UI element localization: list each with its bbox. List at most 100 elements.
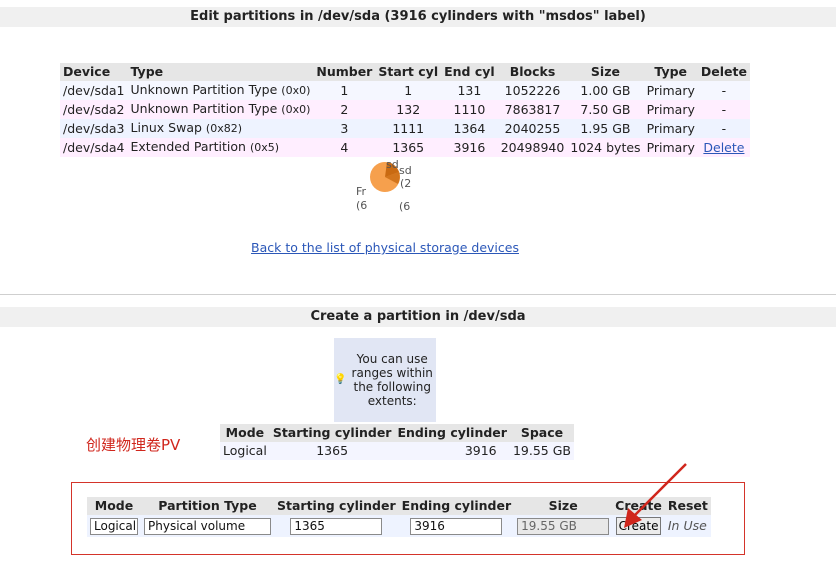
col-partition-type: Partition Type (141, 497, 274, 515)
delete-cell: - (697, 119, 750, 138)
col-size: Size (567, 63, 644, 81)
lightbulb-icon: 💡 (334, 374, 347, 385)
type-text: Extended Partition (130, 139, 246, 154)
col-blocks: Blocks (497, 63, 568, 81)
table-row: /dev/sda3 Linux Swap (0x82) 3 1111 1364 … (60, 119, 750, 138)
space-cell: 19.55 GB (509, 442, 574, 460)
annotation-create-pv: 创建物理卷PV (86, 436, 181, 454)
pie-label-sd-b: sd (399, 164, 412, 177)
type-text: Unknown Partition Type (130, 101, 278, 116)
start-cell: 1365 (274, 515, 399, 537)
col-starting-cylinder: Starting cylinder (269, 424, 395, 442)
partition-table-header: Device Type Number Start cyl End cyl Blo… (60, 63, 750, 81)
size-cell: 1.95 GB (567, 119, 644, 138)
size-cell: 1024 bytes (567, 138, 644, 157)
in-use-label: In Use (667, 518, 707, 533)
col-delete: Delete (697, 63, 750, 81)
create-form-row: Logical Physical volume 1365 3916 19.55 … (87, 515, 711, 537)
type-code: (0x0) (281, 103, 311, 116)
col-ending-cylinder: Ending cylinder (394, 424, 510, 442)
pie-label-free: Fr (356, 185, 367, 198)
col-device: Device (60, 63, 128, 81)
col-size: Size (514, 497, 613, 515)
type-cell: Unknown Partition Type (0x0) (127, 100, 314, 119)
section-divider (0, 294, 836, 295)
back-link-container: Back to the list of physical storage dev… (0, 240, 770, 255)
delete-partition-link[interactable]: Delete (703, 140, 744, 155)
kind-cell: Primary (643, 81, 698, 100)
table-row: Logical 1365 3916 19.55 GB (220, 442, 574, 460)
number-cell: 3 (313, 119, 376, 138)
blocks-cell: 2040255 (497, 119, 568, 138)
type-code: (0x0) (281, 84, 311, 97)
start-cell: 1 (375, 81, 442, 100)
edit-partitions-header: Edit partitions in /dev/sda (3916 cylind… (0, 7, 836, 27)
end-cell: 1364 (441, 119, 498, 138)
ending-cylinder-input[interactable]: 3916 (410, 518, 503, 535)
kind-cell: Primary (643, 119, 698, 138)
col-reset: Reset (664, 497, 711, 515)
partition-table: Device Type Number Start cyl End cyl Blo… (60, 63, 750, 157)
blocks-cell: 1052226 (497, 81, 568, 100)
col-end-cyl: End cyl (441, 63, 498, 81)
end-cell: 3916 (394, 442, 510, 460)
back-to-storage-devices-link[interactable]: Back to the list of physical storage dev… (251, 240, 519, 255)
start-cell: 1111 (375, 119, 442, 138)
end-cell: 1110 (441, 100, 498, 119)
starting-cylinder-input[interactable]: 1365 (290, 518, 383, 535)
pie-label-sd-d: (6 (399, 200, 410, 213)
kind-cell: Primary (643, 100, 698, 119)
type-code: (0x5) (249, 141, 280, 154)
mode-select[interactable]: Logical (90, 518, 138, 535)
end-cell: 3916 (398, 515, 515, 537)
col-start-cyl: Start cyl (375, 63, 442, 81)
pie-label-sd-c: (2 (400, 177, 411, 190)
col-mode: Mode (87, 497, 141, 515)
create-partition-form: Mode Partition Type Starting cylinder En… (87, 497, 711, 537)
partition-type-select[interactable]: Physical volume (144, 518, 271, 535)
device-cell: /dev/sda1 (60, 81, 128, 100)
delete-cell: - (697, 100, 750, 119)
size-cell: 1.00 GB (567, 81, 644, 100)
device-cell: /dev/sda4 (60, 138, 128, 157)
number-cell: 2 (313, 100, 376, 119)
extents-table-header: Mode Starting cylinder Ending cylinder S… (220, 424, 574, 442)
pie-label-sd-a: sd (386, 158, 399, 171)
delete-cell: - (697, 81, 750, 100)
kind-cell: Primary (643, 138, 698, 157)
mode-cell: Logical (220, 442, 270, 460)
create-partition-header: Create a partition in /dev/sda (0, 307, 836, 327)
type-cell: Linux Swap (0x82) (127, 119, 314, 138)
col-create: Create (612, 497, 665, 515)
table-row: /dev/sda2 Unknown Partition Type (0x0) 2… (60, 100, 750, 119)
device-cell: /dev/sda2 (60, 100, 128, 119)
delete-cell: Delete (697, 138, 750, 157)
col-mode: Mode (220, 424, 270, 442)
start-cell: 132 (375, 100, 442, 119)
create-button[interactable]: Create (615, 517, 662, 535)
end-cell: 131 (441, 81, 498, 100)
create-cell: Create (612, 515, 665, 537)
blocks-cell: 7863817 (497, 100, 568, 119)
col-ending-cylinder: Ending cylinder (398, 497, 515, 515)
partition-type-cell: Physical volume (141, 515, 274, 537)
size-input: 19.55 GB (517, 518, 610, 535)
end-cell: 3916 (441, 138, 498, 157)
partition-pie-chart: Fr (6 sd sd (2 (6 (356, 158, 412, 213)
table-row: /dev/sda1 Unknown Partition Type (0x0) 1… (60, 81, 750, 100)
table-row: /dev/sda4 Extended Partition (0x5) 4 136… (60, 138, 750, 157)
type-text: Linux Swap (130, 120, 202, 135)
tip-text: You can use ranges within the following … (351, 352, 433, 408)
type-text: Unknown Partition Type (130, 82, 278, 97)
start-cell: 1365 (375, 138, 442, 157)
start-cell: 1365 (269, 442, 395, 460)
extents-table: Mode Starting cylinder Ending cylinder S… (220, 424, 574, 460)
pie-label-free-sub: (6 (356, 199, 367, 212)
col-space: Space (509, 424, 574, 442)
device-cell: /dev/sda3 (60, 119, 128, 138)
create-form-header: Mode Partition Type Starting cylinder En… (87, 497, 711, 515)
col-number: Number (313, 63, 376, 81)
type-cell: Unknown Partition Type (0x0) (127, 81, 314, 100)
size-cell: 7.50 GB (567, 100, 644, 119)
type-cell: Extended Partition (0x5) (127, 138, 314, 157)
